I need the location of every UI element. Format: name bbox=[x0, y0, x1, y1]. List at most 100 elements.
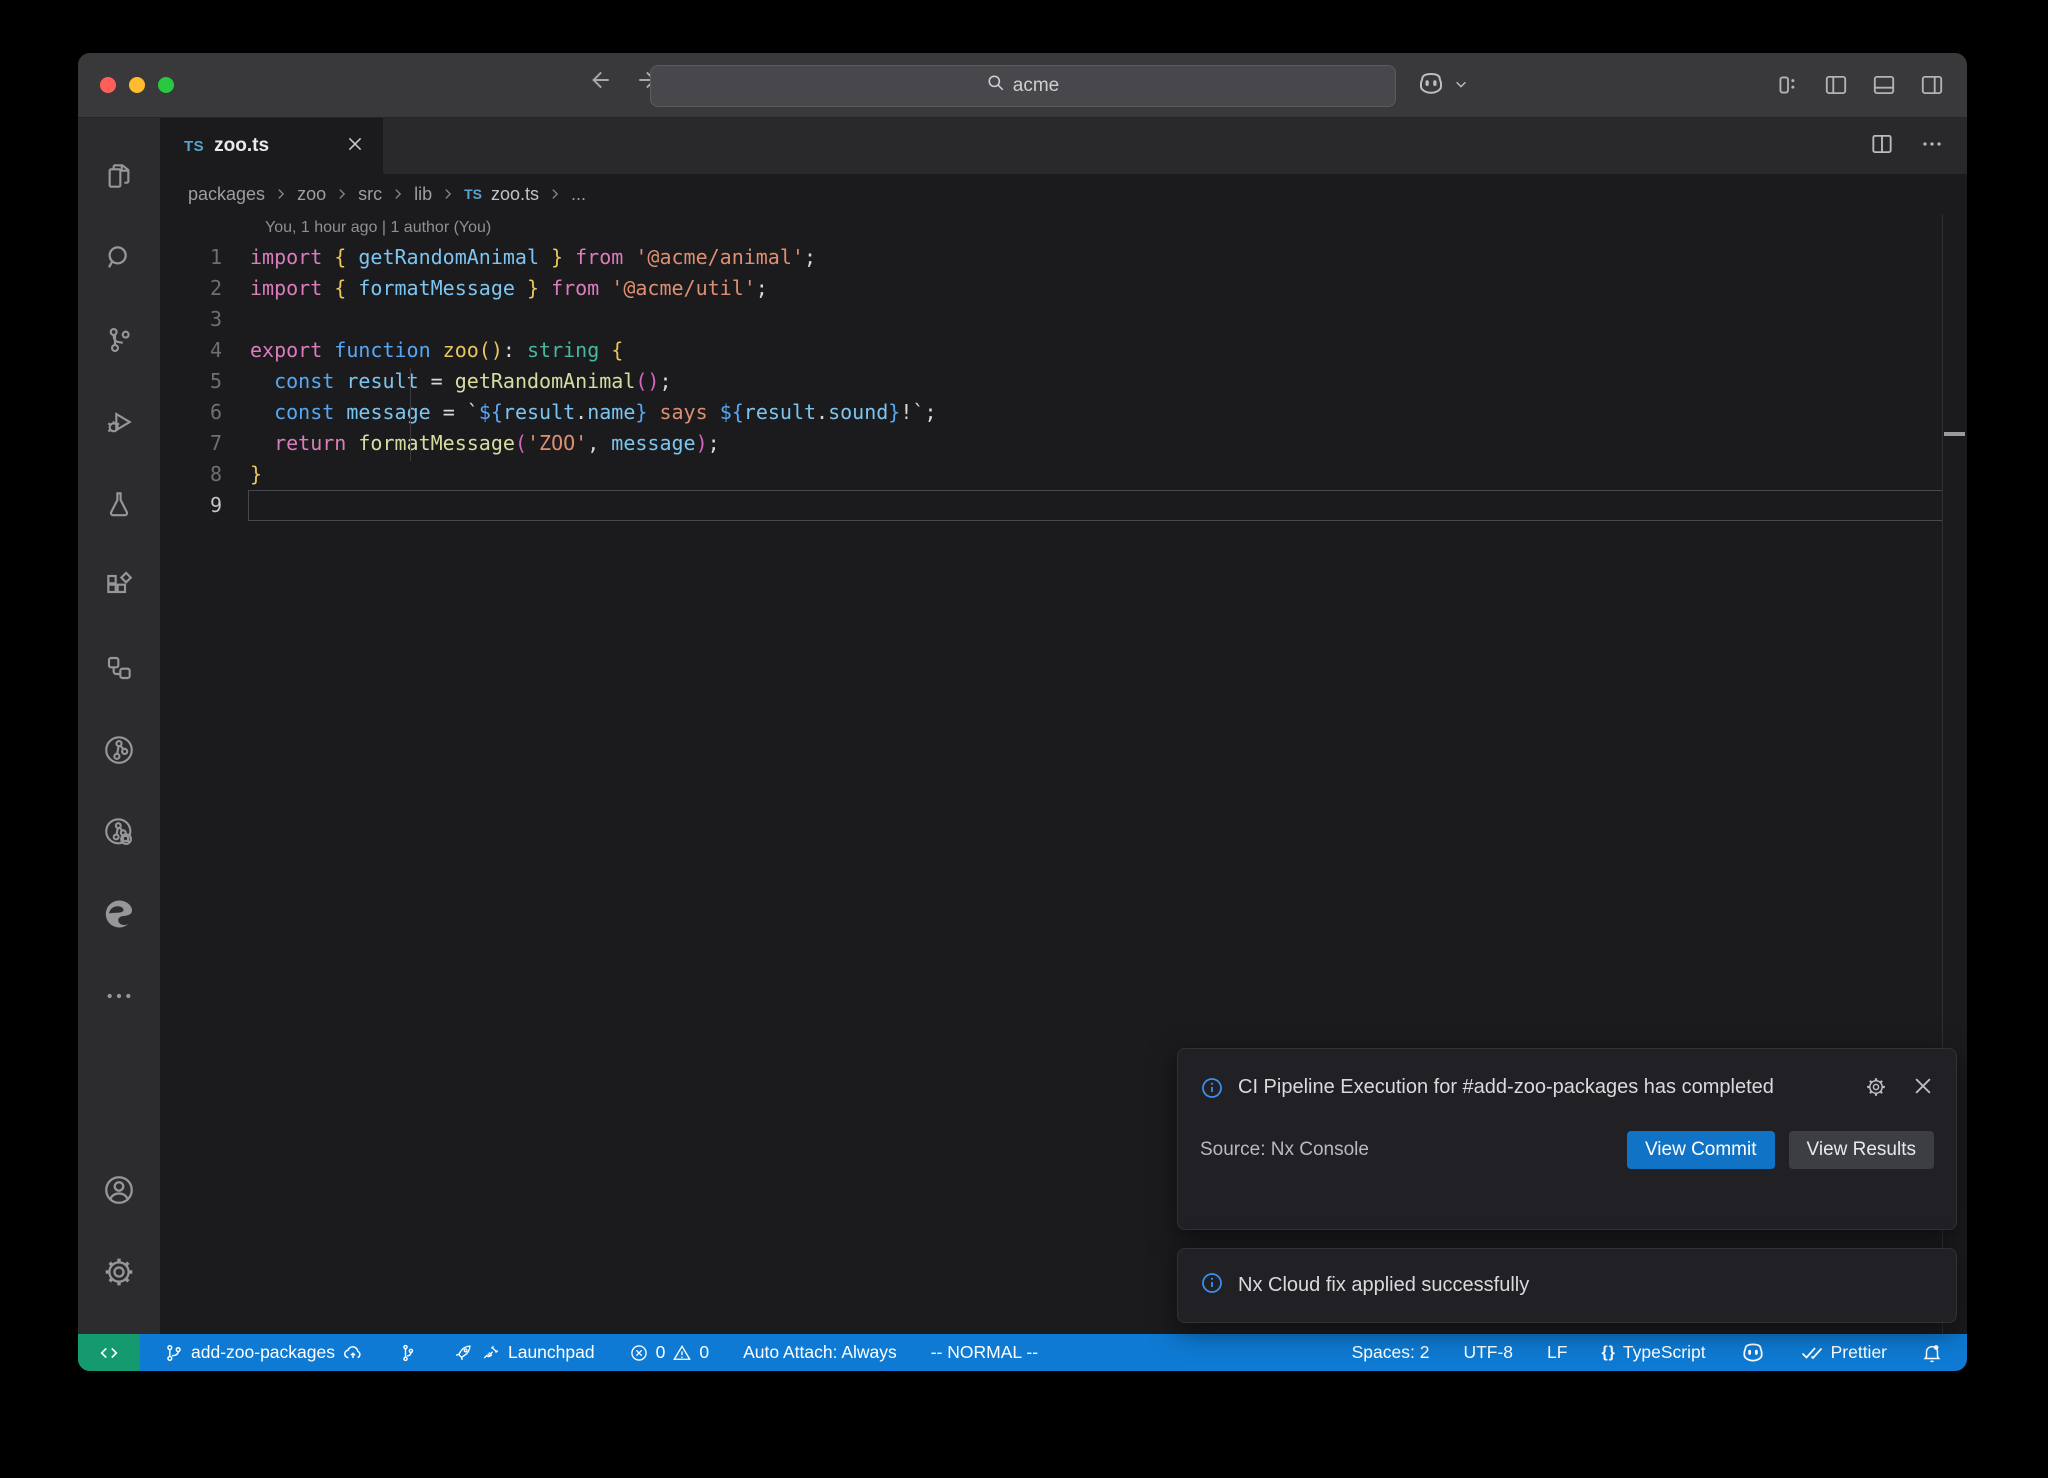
copilot-icon bbox=[1416, 69, 1446, 104]
chevron-down-icon bbox=[1454, 77, 1468, 96]
notification-ci-pipeline: CI Pipeline Execution for #add-zoo-packa… bbox=[1177, 1048, 1957, 1230]
view-results-button[interactable]: View Results bbox=[1789, 1131, 1934, 1169]
warning-icon bbox=[672, 1343, 692, 1363]
toggle-primary-sidebar-icon[interactable] bbox=[1823, 72, 1849, 103]
editor-more-actions-icon[interactable] bbox=[1919, 131, 1945, 162]
bell-icon bbox=[1921, 1342, 1943, 1364]
command-center-search[interactable]: acme bbox=[650, 65, 1396, 107]
close-tab-icon[interactable] bbox=[344, 133, 366, 159]
indentation-status[interactable]: Spaces: 2 bbox=[1342, 1334, 1440, 1371]
title-bar: acme bbox=[78, 53, 1967, 118]
overview-ruler-cursor-mark bbox=[1944, 432, 1965, 436]
vscode-window: acme bbox=[78, 53, 1967, 1371]
toggle-secondary-sidebar-icon[interactable] bbox=[1919, 72, 1945, 103]
source-control-graph-status[interactable] bbox=[388, 1334, 428, 1371]
back-arrow-icon[interactable] bbox=[586, 67, 612, 93]
chevron-right-icon bbox=[335, 187, 349, 201]
breadcrumb-file[interactable]: zoo.ts bbox=[491, 184, 539, 205]
code-line-4[interactable]: 4export function zoo(): string { bbox=[160, 335, 1967, 366]
run-and-debug-icon[interactable] bbox=[91, 386, 147, 458]
commit-graph-icon bbox=[398, 1343, 418, 1363]
code-line-7[interactable]: 7 return formatMessage('ZOO', message); bbox=[160, 428, 1967, 459]
notification-message: CI Pipeline Execution for #add-zoo-packa… bbox=[1238, 1073, 1793, 1105]
notification-message: Nx Cloud fix applied successfully bbox=[1238, 1271, 1529, 1300]
auto-attach-status[interactable]: Auto Attach: Always bbox=[733, 1334, 907, 1371]
code-line-2[interactable]: 2import { formatMessage } from '@acme/ut… bbox=[160, 273, 1967, 304]
git-branch-icon bbox=[164, 1343, 184, 1363]
notification-settings-gear-icon[interactable] bbox=[1864, 1075, 1888, 1104]
line-number: 2 bbox=[160, 273, 222, 304]
git-branch-status[interactable]: add-zoo-packages bbox=[154, 1334, 374, 1371]
edge-browser-icon[interactable] bbox=[91, 878, 147, 950]
encoding-status[interactable]: UTF-8 bbox=[1453, 1334, 1523, 1371]
code-line-5[interactable]: 5 const result = getRandomAnimal(); bbox=[160, 366, 1967, 397]
notifications-bell[interactable] bbox=[1911, 1334, 1953, 1371]
code-line-3[interactable]: 3 bbox=[160, 304, 1967, 335]
launchpad-status[interactable]: Launchpad bbox=[442, 1334, 605, 1371]
customize-layout-icon[interactable] bbox=[1775, 72, 1801, 103]
close-window-button[interactable] bbox=[100, 77, 116, 93]
account-icon[interactable] bbox=[91, 1154, 147, 1226]
branch-name: add-zoo-packages bbox=[191, 1342, 335, 1363]
notification-nx-cloud-fix: Nx Cloud fix applied successfully bbox=[1177, 1248, 1957, 1323]
copilot-icon bbox=[1740, 1340, 1766, 1366]
tab-zoo-ts[interactable]: TS zoo.ts bbox=[160, 118, 383, 174]
line-number: 7 bbox=[160, 428, 222, 459]
status-bar: add-zoo-packages Launchpad bbox=[78, 1334, 1967, 1371]
code-line-9[interactable]: 9 bbox=[160, 490, 1967, 521]
traffic-lights bbox=[100, 77, 174, 93]
breadcrumb-lib[interactable]: lib bbox=[414, 184, 432, 205]
problems-status[interactable]: 0 0 bbox=[619, 1334, 719, 1371]
toggle-panel-icon[interactable] bbox=[1871, 72, 1897, 103]
source-control-icon[interactable] bbox=[91, 304, 147, 376]
search-text: acme bbox=[1013, 75, 1059, 97]
plug-icon bbox=[481, 1343, 501, 1363]
info-icon bbox=[1200, 1271, 1224, 1300]
line-number: 8 bbox=[160, 459, 222, 490]
warning-count: 0 bbox=[699, 1342, 709, 1363]
code-line-6[interactable]: 6 const message = `${result.name} says $… bbox=[160, 397, 1967, 428]
tab-label: zoo.ts bbox=[214, 135, 269, 157]
zoom-window-button[interactable] bbox=[158, 77, 174, 93]
line-number: 1 bbox=[160, 242, 222, 273]
language-mode-status[interactable]: {} TypeScript bbox=[1591, 1334, 1715, 1371]
notification-close-icon[interactable] bbox=[1912, 1075, 1934, 1102]
search-icon bbox=[987, 74, 1005, 98]
explorer-icon[interactable] bbox=[91, 140, 147, 212]
launchpad-label: Launchpad bbox=[508, 1342, 595, 1363]
code-line-8[interactable]: 8} bbox=[160, 459, 1967, 490]
more-views-icon[interactable] bbox=[91, 960, 147, 1032]
remote-indicator[interactable] bbox=[78, 1334, 140, 1371]
line-number: 9 bbox=[160, 490, 222, 521]
publish-cloud-icon bbox=[342, 1342, 364, 1364]
vim-mode-status[interactable]: -- NORMAL -- bbox=[921, 1334, 1048, 1371]
breadcrumb-src[interactable]: src bbox=[358, 184, 382, 205]
settings-gear-icon[interactable] bbox=[91, 1236, 147, 1308]
code-line-1[interactable]: 1import { getRandomAnimal } from '@acme/… bbox=[160, 242, 1967, 273]
typescript-file-icon: TS bbox=[464, 186, 482, 202]
breadcrumb-more[interactable]: ... bbox=[571, 184, 586, 205]
breadcrumb-packages[interactable]: packages bbox=[188, 184, 265, 205]
typescript-file-icon: TS bbox=[184, 138, 204, 155]
search-view-icon[interactable] bbox=[91, 222, 147, 294]
breadcrumb-zoo[interactable]: zoo bbox=[297, 184, 326, 205]
extensions-icon[interactable] bbox=[91, 550, 147, 622]
eol-status[interactable]: LF bbox=[1537, 1334, 1577, 1371]
nx-console-icon[interactable] bbox=[91, 714, 147, 786]
info-icon bbox=[1200, 1076, 1224, 1105]
copilot-menu[interactable] bbox=[1416, 69, 1468, 104]
split-editor-icon[interactable] bbox=[1869, 131, 1895, 162]
testing-icon[interactable] bbox=[91, 468, 147, 540]
notification-source: Source: Nx Console bbox=[1200, 1139, 1369, 1161]
error-count: 0 bbox=[656, 1342, 666, 1363]
nx-cloud-icon[interactable] bbox=[91, 796, 147, 868]
rocket-icon bbox=[452, 1342, 474, 1364]
chevron-right-icon bbox=[391, 187, 405, 201]
line-number: 6 bbox=[160, 397, 222, 428]
view-commit-button[interactable]: View Commit bbox=[1627, 1131, 1775, 1169]
copilot-status[interactable] bbox=[1730, 1334, 1776, 1371]
minimize-window-button[interactable] bbox=[129, 77, 145, 93]
prettier-status[interactable]: Prettier bbox=[1790, 1334, 1897, 1371]
project-structure-icon[interactable] bbox=[91, 632, 147, 704]
code-lines: 1import { getRandomAnimal } from '@acme/… bbox=[160, 242, 1967, 521]
